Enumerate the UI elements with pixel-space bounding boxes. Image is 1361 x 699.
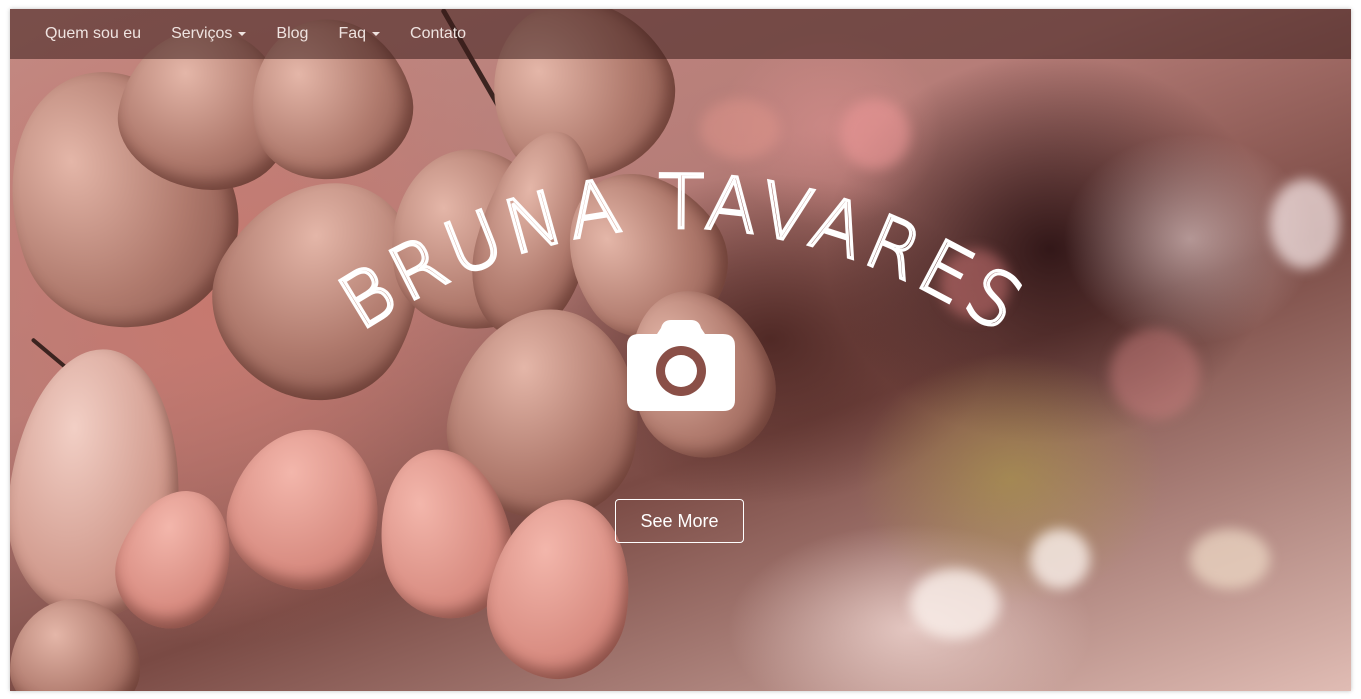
nav-item-servicos[interactable]: Serviços (156, 9, 261, 59)
nav-item-faq[interactable]: Faq (323, 9, 395, 59)
nav-item-label: Faq (338, 25, 367, 42)
nav-item-label: Serviços (171, 25, 233, 42)
camera-icon (627, 320, 735, 411)
see-more-button[interactable]: See More (615, 499, 744, 543)
nav-item-quem-sou-eu[interactable]: Quem sou eu (30, 9, 156, 59)
see-more-label: See More (640, 510, 719, 531)
nav-item-contato[interactable]: Contato (395, 9, 481, 59)
nav-item-label: Contato (410, 25, 467, 42)
nav-item-blog[interactable]: Blog (261, 9, 323, 59)
top-navbar: Quem sou eu Serviços Blog Faq Contato (10, 9, 1351, 59)
nav-item-label: Quem sou eu (45, 25, 142, 42)
caret-down-icon (238, 32, 247, 36)
page-frame: Quem sou eu Serviços Blog Faq Contato BR… (10, 9, 1351, 691)
nav-item-label: Blog (276, 25, 309, 42)
caret-down-icon (372, 32, 381, 36)
